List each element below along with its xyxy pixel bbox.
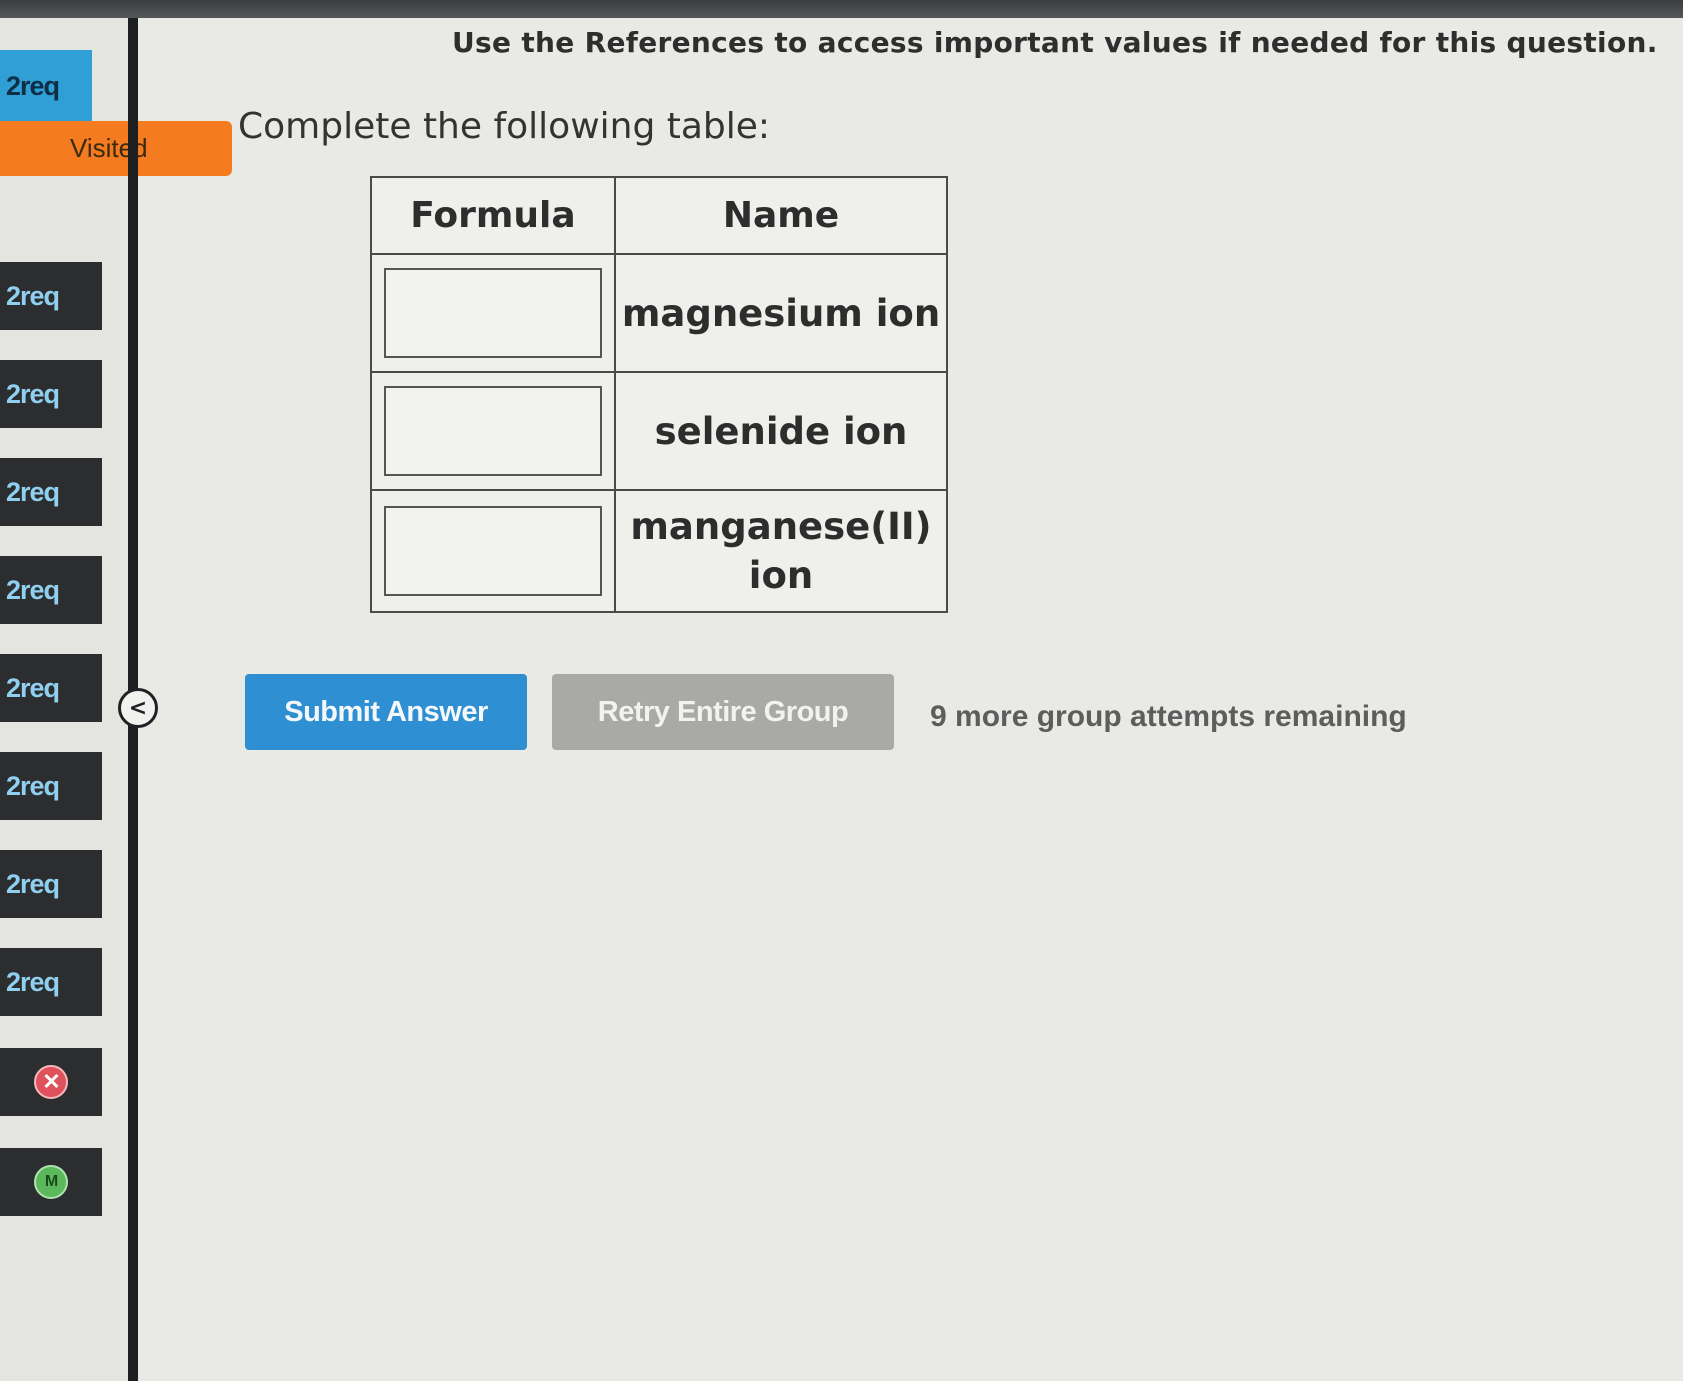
submit-answer-button[interactable]: Submit Answer — [245, 674, 527, 750]
sidebar-tab-6[interactable]: 2req — [0, 752, 102, 820]
retry-entire-group-button[interactable]: Retry Entire Group — [552, 674, 894, 750]
references-instructions: Use the References to access important v… — [452, 26, 1658, 59]
name-line-2: ion — [748, 554, 814, 597]
header-name: Name — [614, 176, 948, 255]
sidebar-tab-8[interactable]: 2req — [0, 948, 102, 1016]
table-row: selenide ion — [370, 371, 948, 491]
sidebar-tab-2[interactable]: 2req — [0, 360, 102, 428]
sidebar-tab-1[interactable]: 2req — [0, 262, 102, 330]
answer-table: Formula Name magnesium ion selenide ion … — [370, 176, 948, 613]
sidebar-tab-media[interactable]: M — [0, 1148, 102, 1216]
sidebar-tab-4[interactable]: 2req — [0, 556, 102, 624]
name-line-1: manganese(II) — [630, 505, 932, 548]
sidebar-tab-7[interactable]: 2req — [0, 850, 102, 918]
formula-input-manganese[interactable] — [384, 506, 602, 596]
visited-badge: Visited — [0, 121, 232, 176]
sidebar-tab-5[interactable]: 2req — [0, 654, 102, 722]
table-header-row: Formula Name — [370, 176, 948, 255]
name-cell: selenide ion — [614, 371, 948, 491]
formula-input-magnesium[interactable] — [384, 268, 602, 358]
formula-cell — [370, 489, 616, 613]
sidebar-tab-current[interactable]: 2req — [0, 50, 92, 122]
top-bar — [0, 0, 1683, 18]
sidebar-tab-incorrect[interactable]: ✕ — [0, 1048, 102, 1116]
m-circle-icon: M — [34, 1165, 68, 1199]
table-row: magnesium ion — [370, 253, 948, 373]
attempts-remaining-text: 9 more group attempts remaining — [930, 700, 1407, 733]
header-formula: Formula — [370, 176, 616, 255]
formula-cell — [370, 371, 616, 491]
x-circle-icon: ✕ — [34, 1065, 68, 1099]
name-cell: manganese(II) ion — [614, 489, 948, 613]
question-sidebar: 2req Visited 2req 2req 2req 2req 2req 2r… — [0, 18, 232, 1381]
chevron-left-icon: < — [128, 695, 148, 721]
name-cell: magnesium ion — [614, 253, 948, 373]
table-row: manganese(II) ion — [370, 489, 948, 613]
formula-cell — [370, 253, 616, 373]
formula-input-selenide[interactable] — [384, 386, 602, 476]
sidebar-tab-3[interactable]: 2req — [0, 458, 102, 526]
collapse-sidebar-button[interactable]: < — [118, 688, 158, 728]
question-prompt: Complete the following table: — [238, 106, 771, 147]
